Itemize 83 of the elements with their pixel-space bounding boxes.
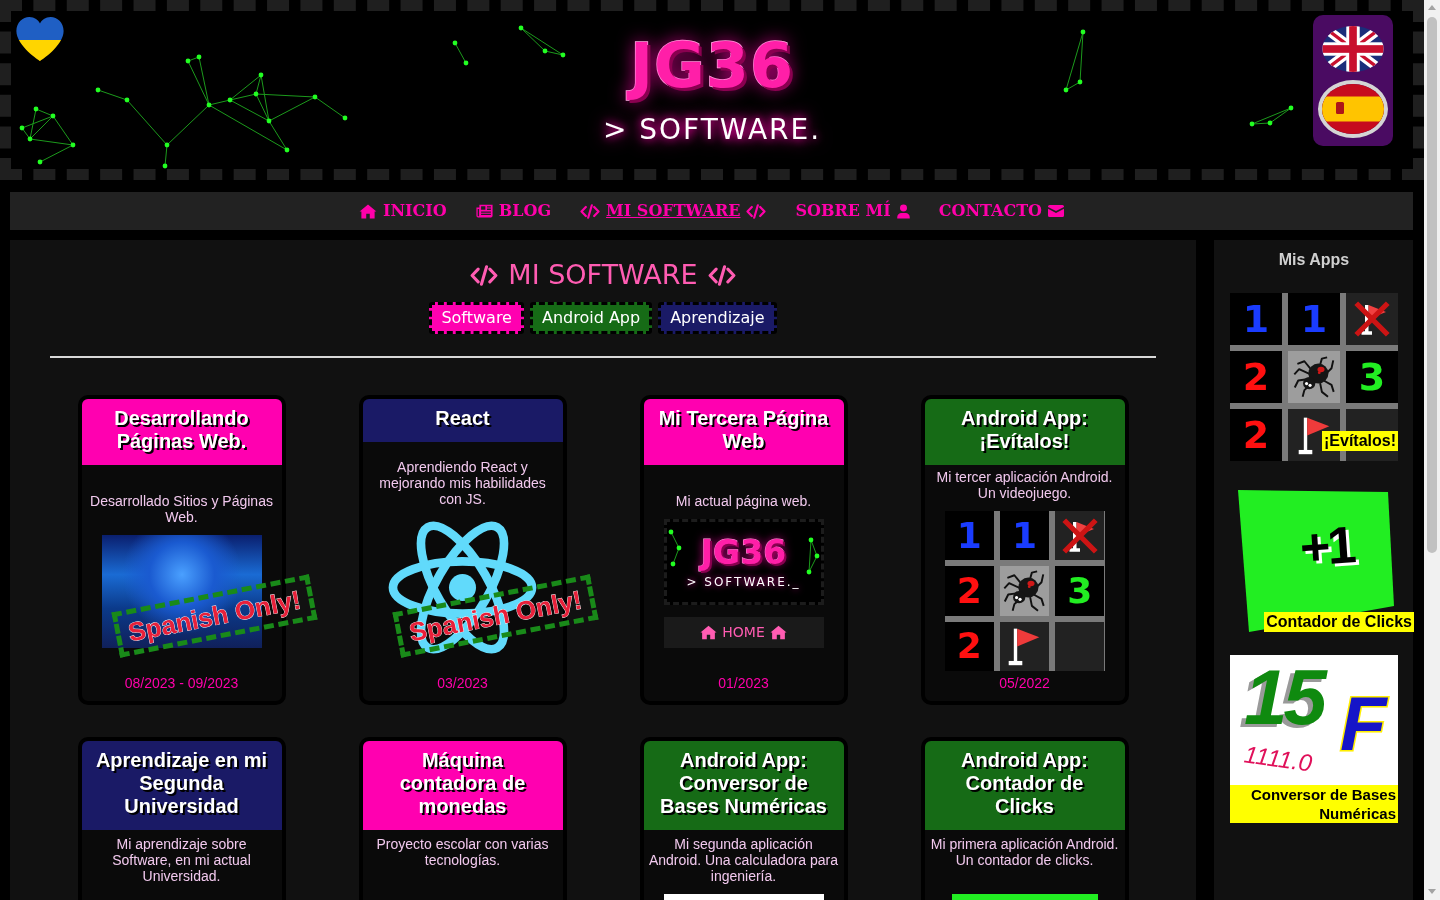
particle-network-drawing — [1249, 105, 1294, 127]
sidebar-title: Mis Apps — [1277, 250, 1351, 270]
logo-text: JG36 — [700, 533, 787, 572]
cell-number: 2 — [956, 571, 982, 611]
card-title: Mi Tercera Página Web — [643, 399, 844, 465]
cell-number: 3 — [1067, 571, 1093, 611]
card-description: Mi aprendizaje sobre Software, en mi actual Universidad. — [111, 836, 252, 884]
card-description: Proyecto escolar con varias tecnologías. — [375, 836, 550, 868]
particle-network-drawing — [19, 106, 76, 165]
code-icon — [746, 203, 767, 219]
language-button[interactable] — [1318, 80, 1388, 138]
house-icon — [358, 203, 377, 219]
card-title: Android App: Conversor de Bases Numéricas — [643, 741, 844, 830]
scrollbar-thumb[interactable] — [1427, 17, 1437, 553]
app-label: Conversor de Bases Numéricas — [1230, 785, 1398, 823]
code-icon — [580, 203, 601, 219]
card-title: Android App: Contador de Clicks — [924, 741, 1125, 830]
project-card[interactable]: Mi Tercera Página Web Mi actual página web. JG36 > SOFTWARE._ HOME 01/2023 — [639, 395, 848, 705]
cell-number: 2 — [956, 626, 982, 667]
card-description: Mi primera aplicación Android. Un contador de clicks. — [929, 836, 1120, 868]
particle-network-drawing — [1063, 29, 1086, 93]
card-title: Android App: ¡Evítalos! — [924, 399, 1125, 465]
minesweeper-board[interactable]: 1 1 2 3 2 ¡Evítalos! — [1230, 293, 1398, 461]
card-date: 08/2023 - 09/2023 — [123, 675, 240, 693]
code-icon — [707, 264, 736, 286]
app-label: ¡Evítalos! — [1322, 431, 1398, 451]
particle-network-drawing — [806, 537, 819, 574]
project-card[interactable]: Android App: Contador de Clicks Mi primera aplicación Android. Un contador de clicks. — [920, 737, 1129, 900]
category-filter[interactable]: Software — [429, 302, 524, 334]
up-arrow-icon[interactable] — [1428, 5, 1436, 10]
down-arrow-icon[interactable] — [1428, 889, 1436, 894]
home-label: HOME — [722, 623, 765, 641]
cell-number: 2 — [1242, 357, 1270, 397]
particle-network-drawing — [452, 40, 469, 66]
card-date: 05/2022 — [998, 675, 1051, 693]
nav-link[interactable]: BLOG — [475, 201, 552, 221]
card-description: Desarrollado Sitios y Páginas Web. — [89, 492, 274, 525]
project-card[interactable]: Android App: Conversor de Bases Numéricas Mi segunda aplicación Android. Una calculadora para ingeniería. — [639, 737, 848, 900]
card-description: Mi actual página web. — [674, 492, 813, 509]
nav-link[interactable]: MI SOFTWARE — [580, 201, 767, 221]
logo-letter: F — [1339, 685, 1389, 763]
user-icon — [896, 203, 910, 219]
cell-number: 1 — [1300, 299, 1328, 339]
scrollbar[interactable] — [1424, 0, 1440, 900]
cell-number: 1 — [956, 515, 982, 556]
card-title: Desarrollando Páginas Web. — [81, 399, 282, 465]
tagline: > SOFTWARE._ — [686, 573, 801, 590]
board-cell — [1055, 621, 1105, 671]
cell-number: 1 — [1011, 515, 1037, 556]
project-card[interactable]: Android App: ¡Evítalos! Mi tercer aplicación Android. Un videojuego. 1 1 2 3 2 05/2022 — [920, 395, 1129, 705]
logo-binary: 1111.0 — [1242, 740, 1314, 778]
card-date: 01/2023 — [717, 675, 770, 693]
card-title: Aprendizaje en mi Segunda Universidad — [81, 741, 282, 830]
card-date: 03/2023 — [436, 675, 489, 693]
category-filter[interactable]: Aprendizaje — [658, 302, 777, 334]
card-title: React — [362, 399, 563, 442]
category-filter[interactable]: Android App — [529, 302, 653, 334]
envelope-icon — [1048, 205, 1065, 217]
card-title: Máquina contadora de monedas — [362, 741, 563, 830]
nav-link[interactable]: SOBRE MÍ — [795, 201, 910, 221]
counter-symbol: +1 — [1298, 516, 1356, 576]
nav-link[interactable]: CONTACTO — [938, 201, 1065, 221]
spain-flag-icon — [1322, 84, 1384, 134]
page-title: MI SOFTWARE — [508, 258, 698, 292]
newspaper-icon — [475, 204, 493, 218]
card-description: Mi tercer aplicación Android. Un videojuego. — [935, 469, 1114, 501]
particle-network-drawing — [518, 25, 566, 58]
cell-number: 3 — [1358, 357, 1386, 397]
project-card[interactable]: Aprendizaje en mi Segunda Universidad Mi aprendizaje sobre Software, en mi actual Universidad. — [77, 737, 286, 900]
house-icon — [700, 624, 718, 640]
house-icon — [769, 624, 787, 640]
tagline: > SOFTWARE. — [602, 114, 822, 146]
card-description: Mi segunda aplicación Android. Una calculadora para ingeniería. — [648, 836, 839, 884]
particle-network-drawing — [668, 529, 681, 566]
cell-number: 2 — [1242, 415, 1270, 455]
heart-icon — [16, 17, 64, 61]
cell-number: 1 — [1242, 299, 1270, 339]
code-icon — [470, 264, 499, 286]
app-label: Contador de Clicks — [1264, 612, 1414, 632]
card-description: Aprendiendo React y mejorando mis habilidades con JS. — [378, 459, 547, 507]
logo-number: 15 — [1243, 657, 1326, 737]
nav-link[interactable]: INICIO — [358, 201, 447, 221]
project-card[interactable]: Máquina contadora de monedas Proyecto escolar con varias tecnologías. — [358, 737, 567, 900]
